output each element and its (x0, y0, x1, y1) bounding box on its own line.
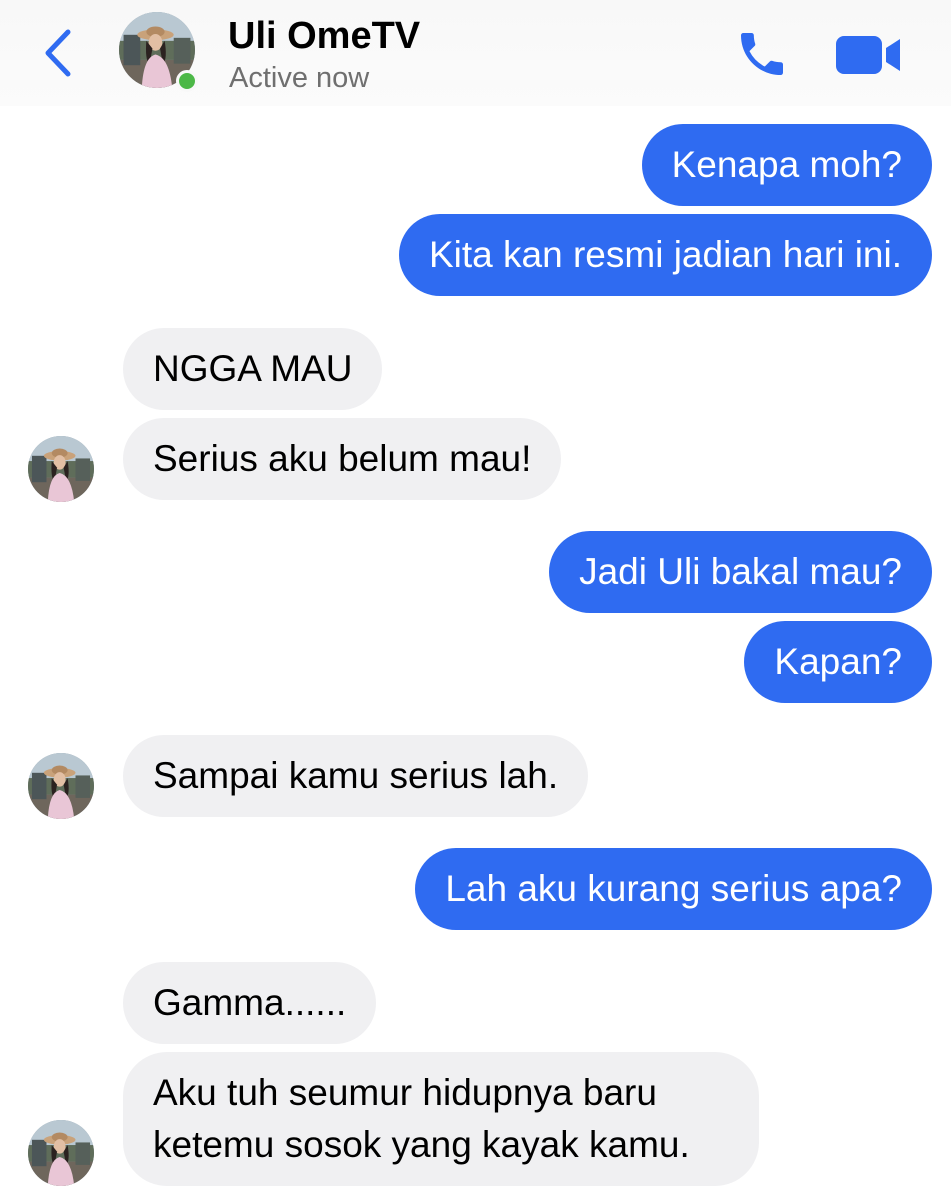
chat-header: Uli OmeTV Active now (0, 0, 951, 106)
contact-avatar-small[interactable] (28, 436, 94, 502)
sent-message-bubble[interactable]: Lah aku kurang serius apa? (415, 848, 932, 930)
back-chevron-icon (45, 29, 71, 77)
contact-avatar-image (28, 436, 94, 502)
back-button[interactable] (36, 26, 80, 80)
sent-message-bubble[interactable]: Kapan? (744, 621, 932, 703)
online-status-dot (176, 70, 198, 92)
received-message-bubble[interactable]: Gamma...... (123, 962, 377, 1044)
video-call-button[interactable] (834, 30, 904, 80)
received-message-bubble[interactable]: Aku tuh seumur hidupnya baru ketemu soso… (123, 1052, 759, 1186)
phone-icon (741, 33, 783, 75)
received-message-bubble[interactable]: Serius aku belum mau! (123, 418, 562, 500)
contact-avatar-small[interactable] (28, 753, 94, 819)
contact-avatar-image (28, 753, 94, 819)
received-message-bubble[interactable]: NGGA MAU (123, 328, 383, 410)
sent-message-bubble[interactable]: Jadi Uli bakal mau? (549, 531, 932, 613)
sent-message-bubble[interactable]: Kenapa moh? (641, 124, 932, 206)
video-camera-icon (836, 36, 900, 74)
received-message-bubble[interactable]: Sampai kamu serius lah. (123, 735, 589, 817)
contact-avatar-image (28, 1120, 94, 1186)
contact-avatar-small[interactable] (28, 1120, 94, 1186)
contact-status: Active now (229, 62, 370, 94)
contact-name[interactable]: Uli OmeTV (228, 12, 420, 60)
sent-message-bubble[interactable]: Kita kan resmi jadian hari ini. (399, 214, 932, 296)
voice-call-button[interactable] (732, 26, 792, 82)
